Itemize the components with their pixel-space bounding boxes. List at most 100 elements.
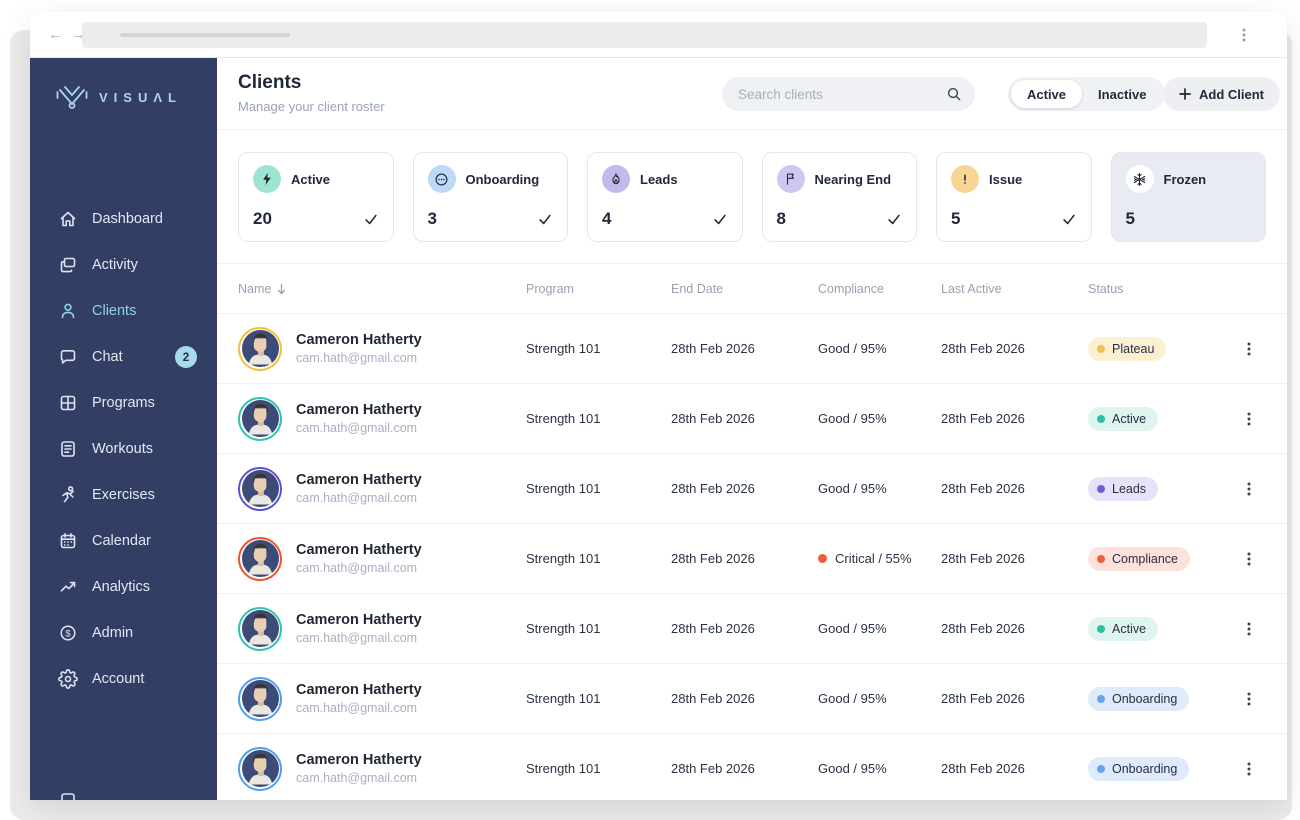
add-client-button[interactable]: Add Client [1163,77,1280,111]
client-email: cam.hath@gmail.com [296,561,418,575]
table-row[interactable]: Cameron Hatherty cam.hath@gmail.com Stre… [217,524,1287,594]
client-email: cam.hath@gmail.com [296,771,418,785]
row-menu-icon[interactable] [1238,407,1266,431]
stat-count: 8 [776,209,786,228]
client-name: Cameron Hatherty [296,752,422,768]
compliance-cell: Critical / 55% [818,551,941,566]
check-icon [1062,214,1075,225]
client-search [722,77,975,111]
row-menu-icon[interactable] [1238,687,1266,711]
sidebar-item-label: Exercises [92,487,155,503]
end-date-cell: 28th Feb 2026 [671,761,755,776]
sidebar-item-exercises[interactable]: Exercises [30,472,217,518]
compliance-cell: Good / 95% [818,691,887,706]
analytics-icon [60,581,76,592]
stat-label: Issue [989,171,1023,187]
avatar [238,606,282,651]
end-date-cell: 28th Feb 2026 [671,551,755,566]
table-row[interactable]: Cameron Hatherty cam.hath@gmail.com Stre… [217,664,1287,734]
toggle-active[interactable]: Active [1011,80,1083,108]
account-gear-icon [58,669,78,689]
sidebar-item-workouts[interactable]: Workouts [30,426,217,472]
programs-icon [60,395,76,411]
last-active-cell: 28th Feb 2026 [941,691,1025,706]
table-row[interactable]: Cameron Hatherty cam.hath@gmail.com Stre… [217,454,1287,524]
url-placeholder-line [120,33,290,37]
table-row[interactable]: Cameron Hatherty cam.hath@gmail.com Stre… [217,594,1287,664]
sidebar-item-partial[interactable] [58,791,78,800]
browser-menu-icon[interactable] [1237,27,1251,48]
end-date-cell: 28th Feb 2026 [671,621,755,636]
table-row[interactable]: Cameron Hatherty cam.hath@gmail.com Stre… [217,314,1287,384]
compliance-cell: Good / 95% [818,341,887,356]
client-name: Cameron Hatherty [296,612,422,628]
table-row[interactable]: Cameron Hatherty cam.hath@gmail.com Stre… [217,384,1287,454]
sort-down-icon [278,283,286,294]
sidebar-item-dashboard[interactable]: Dashboard [30,196,217,242]
stat-card-nearing-end[interactable]: Nearing End 8 [761,152,917,242]
critical-dot [818,554,827,563]
client-name: Cameron Hatherty [296,682,422,698]
sidebar-item-analytics[interactable]: Analytics [30,564,217,610]
row-menu-icon[interactable] [1238,617,1266,641]
column-name[interactable]: Name [238,282,526,296]
sidebar-item-admin[interactable]: $ Admin [30,610,217,656]
clients-icon [61,303,75,319]
last-active-cell: 28th Feb 2026 [941,761,1025,776]
sidebar-item-label: Workouts [92,441,153,457]
back-arrow-icon[interactable]: ← [48,26,63,43]
sidebar-item-activity[interactable]: Activity [30,242,217,288]
search-input[interactable] [722,86,946,102]
avatar [238,746,282,791]
stat-card-frozen[interactable]: Frozen 5 [1110,152,1266,242]
status-badge: Active [1088,616,1159,641]
sidebar-item-label: Programs [92,395,155,411]
sidebar-item-chat[interactable]: Chat 2 [30,334,217,380]
compliance-cell: Good / 95% [818,621,887,636]
client-name: Cameron Hatherty [296,542,422,558]
column-compliance[interactable]: Compliance [818,282,941,296]
flag-icon [776,165,805,193]
chat-unread-badge: 2 [175,346,197,368]
sidebar-item-programs[interactable]: Programs [30,380,217,426]
column-status[interactable]: Status [1088,282,1238,296]
sidebar-item-calendar[interactable]: Calendar [30,518,217,564]
table-row[interactable]: Cameron Hatherty cam.hath@gmail.com Stre… [217,734,1287,800]
program-cell: Strength 101 [526,621,601,636]
row-menu-icon[interactable] [1238,757,1266,781]
sidebar-item-account[interactable]: Account [30,656,217,702]
page-title: Clients [238,72,302,93]
avatar [238,326,282,371]
stat-card-onboarding[interactable]: Onboarding 3 [412,152,568,242]
sidebar-item-label: Clients [92,303,137,319]
sidebar-item-label: Analytics [92,579,151,595]
column-last-active[interactable]: Last Active [941,282,1088,296]
row-menu-icon[interactable] [1238,477,1266,501]
sidebar-item-clients[interactable]: Clients [30,288,217,334]
client-email: cam.hath@gmail.com [296,631,418,645]
client-email: cam.hath@gmail.com [296,701,418,715]
sidebar-item-label: Calendar [92,533,151,549]
column-end-date[interactable]: End Date [671,282,818,296]
stat-label: Nearing End [814,171,892,187]
avatar [238,536,282,581]
activity-icon [60,257,76,273]
avatar [238,396,282,441]
ellipsis-face-icon [427,165,456,193]
stat-card-active[interactable]: Active 20 [238,152,394,242]
row-menu-icon[interactable] [1238,337,1266,361]
toggle-inactive[interactable]: Inactive [1082,80,1162,108]
row-menu-icon[interactable] [1238,547,1266,571]
end-date-cell: 28th Feb 2026 [671,411,755,426]
status-badge: Leads [1088,476,1159,501]
client-email: cam.hath@gmail.com [296,491,418,505]
stat-card-leads[interactable]: Leads 4 [587,152,743,242]
last-active-cell: 28th Feb 2026 [941,621,1025,636]
stat-label: Frozen [1163,171,1207,187]
column-program[interactable]: Program [526,282,671,296]
stat-card-issue[interactable]: Issue 5 [936,152,1092,242]
search-icon[interactable] [946,86,962,102]
browser-window: ← → VISUΛL Dashboard Activity Clients Ch… [30,12,1287,800]
brand-logo-icon [56,86,88,109]
address-bar[interactable] [82,22,1207,48]
